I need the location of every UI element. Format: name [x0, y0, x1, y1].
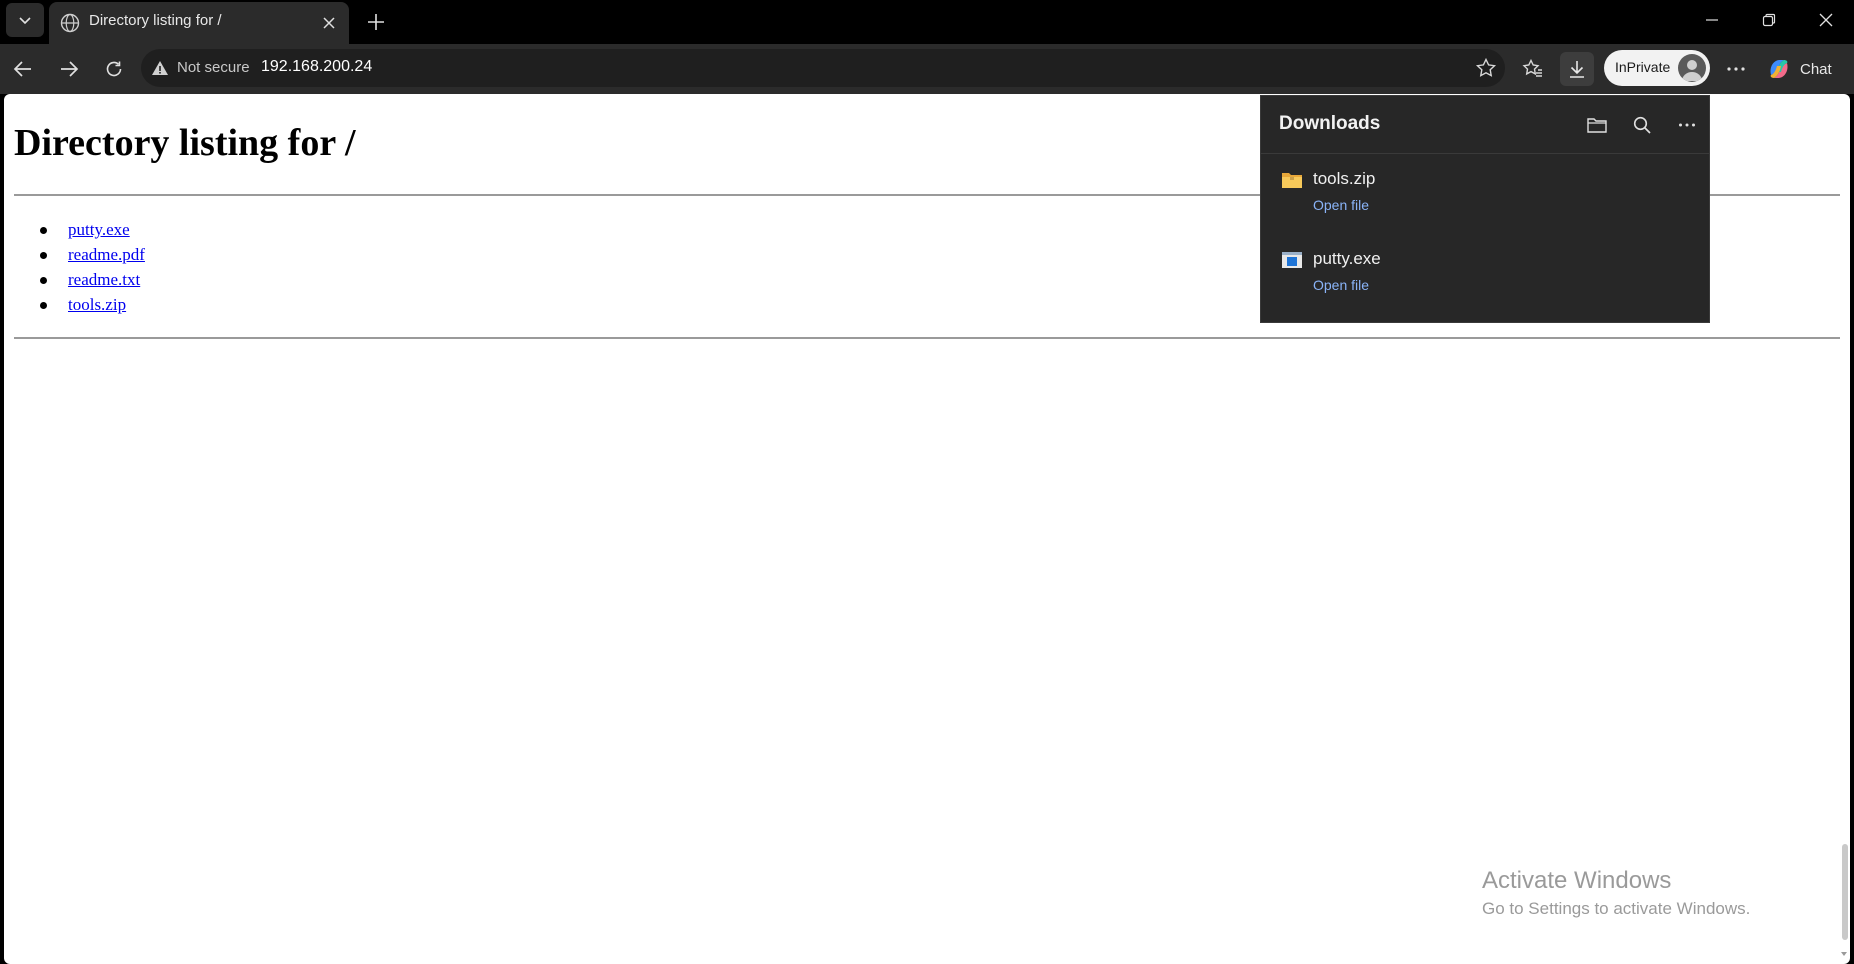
- copilot-chat-button[interactable]: Chat: [1766, 52, 1850, 86]
- star-icon[interactable]: [1475, 57, 1497, 79]
- page-title: Directory listing for /: [14, 122, 356, 164]
- folder-zip-icon: [1282, 173, 1302, 188]
- url-text[interactable]: 192.168.200.24: [261, 58, 372, 76]
- chat-label: Chat: [1800, 60, 1832, 78]
- new-tab-button[interactable]: [361, 7, 391, 37]
- favorites-icon: [1522, 58, 1542, 77]
- download-icon: [1570, 61, 1584, 78]
- restore-button[interactable]: [1741, 0, 1797, 40]
- watermark-title: Activate Windows: [1482, 867, 1672, 894]
- close-icon: [1819, 13, 1833, 27]
- back-button[interactable]: [6, 52, 40, 86]
- file-link-putty-exe[interactable]: putty.exe: [68, 220, 130, 240]
- vertical-scrollbar[interactable]: [1838, 844, 1850, 964]
- exe-file-icon: [1282, 252, 1302, 268]
- forward-button[interactable]: [52, 52, 86, 86]
- title-bar: Directory listing for /: [0, 0, 1854, 44]
- inprivate-label: InPrivate: [1615, 59, 1671, 75]
- settings-more-button[interactable]: [1719, 52, 1753, 86]
- file-link-readme-txt[interactable]: readme.txt: [68, 270, 140, 290]
- search-icon: [1633, 116, 1651, 134]
- download-item-putty-exe[interactable]: putty.exe Open file: [1261, 238, 1709, 308]
- tab-actions-button[interactable]: [6, 3, 44, 37]
- avatar: [1678, 54, 1706, 82]
- chevron-down-icon: [19, 17, 31, 25]
- person-icon: [1682, 60, 1702, 81]
- open-file-link[interactable]: Open file: [1313, 197, 1369, 213]
- copilot-icon: [1770, 60, 1788, 78]
- watermark-subtitle: Go to Settings to activate Windows.: [1482, 899, 1751, 918]
- window-close-button[interactable]: [1798, 0, 1854, 40]
- folder-icon: [1587, 118, 1607, 133]
- tab-close-button[interactable]: [319, 13, 339, 33]
- download-file-name: putty.exe: [1313, 249, 1381, 268]
- inprivate-profile-button[interactable]: InPrivate: [1604, 50, 1710, 86]
- downloads-more-options-button[interactable]: [1672, 110, 1702, 140]
- minimize-button[interactable]: [1684, 0, 1740, 40]
- open-downloads-folder-button[interactable]: [1582, 110, 1612, 140]
- download-file-name: tools.zip: [1313, 169, 1376, 188]
- scroll-down-arrow-icon[interactable]: [1840, 950, 1848, 958]
- close-icon: [323, 17, 335, 29]
- search-downloads-button[interactable]: [1627, 110, 1657, 140]
- warning-icon: [152, 61, 168, 75]
- plus-icon: [368, 14, 384, 30]
- file-link-tools-zip[interactable]: tools.zip: [68, 295, 126, 315]
- tab-title: Directory listing for /: [89, 12, 222, 29]
- refresh-icon: [106, 61, 122, 77]
- refresh-button[interactable]: [97, 52, 131, 86]
- browser-toolbar: Not secure 192.168.200.24 InPrivate Chat: [0, 44, 1854, 94]
- downloads-header: Downloads: [1261, 96, 1709, 154]
- downloads-flyout: Downloads tools.zip Open file putty.exe …: [1260, 95, 1710, 323]
- more-horizontal-icon: [1727, 67, 1745, 71]
- scrollbar-thumb[interactable]: [1842, 844, 1848, 940]
- minimize-icon: [1706, 19, 1718, 21]
- favorites-button[interactable]: [1516, 52, 1550, 86]
- restore-icon: [1762, 13, 1776, 27]
- activate-windows-watermark: Activate Windows Go to Settings to activ…: [1482, 867, 1750, 919]
- open-file-link[interactable]: Open file: [1313, 277, 1369, 293]
- downloads-title: Downloads: [1279, 113, 1381, 134]
- back-arrow-icon: [13, 61, 31, 77]
- download-item-tools-zip[interactable]: tools.zip Open file: [1261, 158, 1709, 228]
- more-horizontal-icon: [1679, 123, 1695, 127]
- tab-directory-listing[interactable]: Directory listing for /: [49, 2, 349, 44]
- address-bar[interactable]: Not secure 192.168.200.24: [141, 49, 1505, 87]
- globe-icon: [60, 13, 80, 33]
- forward-arrow-icon: [61, 61, 79, 77]
- security-label[interactable]: Not secure: [177, 59, 250, 76]
- bottom-divider: [14, 337, 1840, 339]
- file-link-readme-pdf[interactable]: readme.pdf: [68, 245, 145, 265]
- downloads-button[interactable]: [1560, 52, 1594, 86]
